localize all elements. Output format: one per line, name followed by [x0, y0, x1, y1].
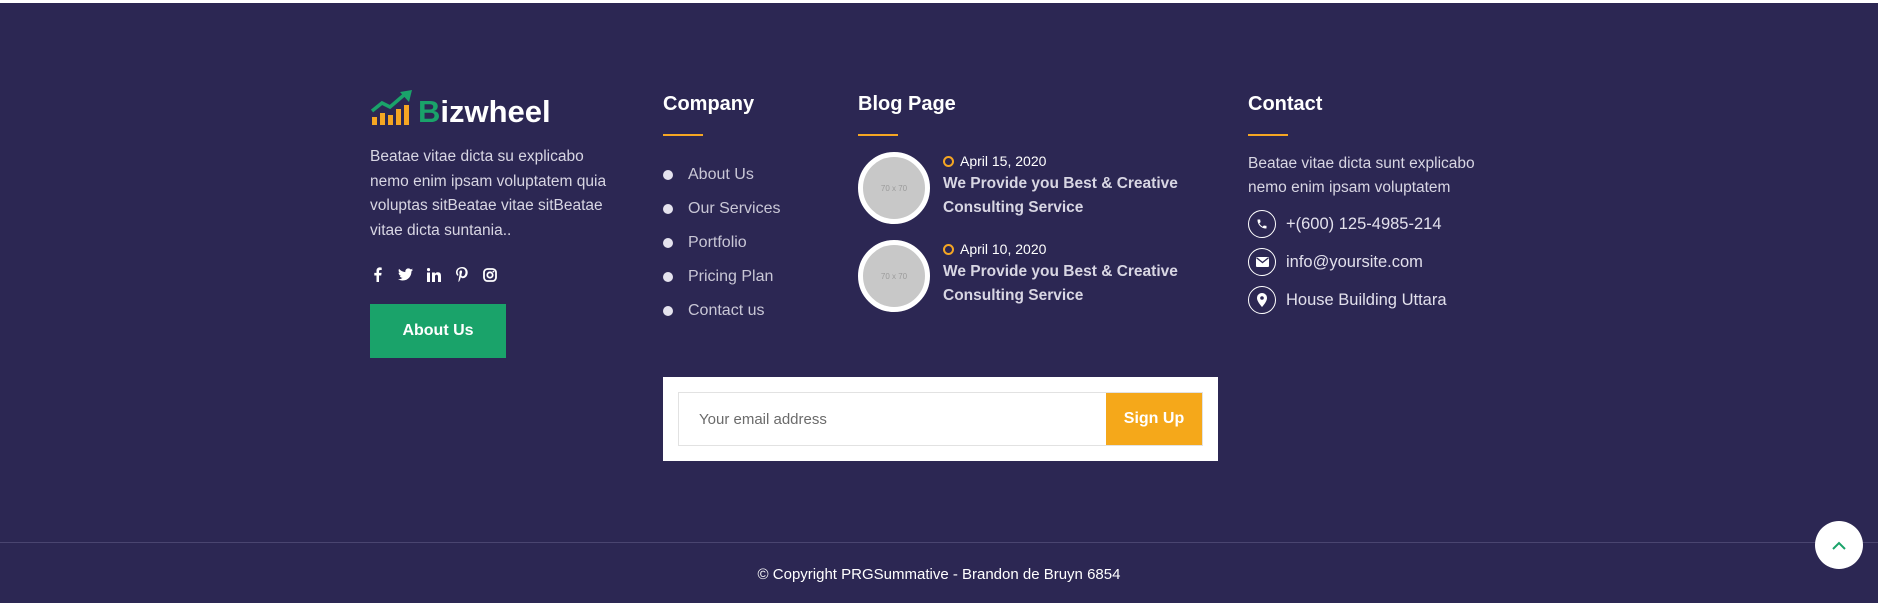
heading-underline: [858, 134, 898, 136]
bullet-icon: [663, 306, 673, 316]
post-title[interactable]: We Provide you Best & Creative Consultin…: [943, 260, 1188, 308]
bullet-icon: [663, 238, 673, 248]
contact-email[interactable]: info@yoursite.com: [1248, 248, 1508, 276]
blog-post[interactable]: 70 x 70 April 10, 2020 We Provide you Be…: [858, 240, 1188, 312]
footer-blog-column: Blog Page 70 x 70 April 15, 2020 We Prov…: [858, 93, 1188, 312]
blog-post[interactable]: 70 x 70 April 15, 2020 We Provide you Be…: [858, 152, 1188, 224]
contact-address[interactable]: House Building Uttara: [1248, 286, 1508, 314]
heading-underline: [663, 134, 703, 136]
logo-wordmark: Bizwheel: [418, 94, 551, 129]
sign-up-button[interactable]: Sign Up: [1106, 393, 1202, 445]
phone-icon: [1248, 210, 1276, 238]
twitter-icon[interactable]: [398, 267, 413, 282]
email-input[interactable]: [679, 393, 1106, 445]
footer-company-column: Company About Us Our Services Portfolio …: [663, 93, 780, 328]
post-title[interactable]: We Provide you Best & Creative Consultin…: [943, 172, 1188, 220]
footer-divider: [0, 542, 1878, 543]
footer-link-about-us[interactable]: About Us: [663, 158, 780, 192]
social-links: [370, 267, 610, 282]
growth-chart-icon: [370, 90, 412, 125]
logo[interactable]: Bizwheel: [370, 87, 610, 127]
instagram-icon[interactable]: [482, 267, 497, 282]
scroll-to-top-button[interactable]: [1815, 521, 1863, 569]
clock-icon: [943, 243, 954, 255]
post-thumbnail[interactable]: 70 x 70: [858, 240, 930, 312]
post-date: April 10, 2020: [943, 240, 1188, 258]
company-links: About Us Our Services Portfolio Pricing …: [663, 158, 780, 328]
footer-link-portfolio[interactable]: Portfolio: [663, 226, 780, 260]
post-date: April 15, 2020: [943, 152, 1188, 170]
footer-link-our-services[interactable]: Our Services: [663, 192, 780, 226]
pinterest-icon[interactable]: [454, 267, 469, 282]
site-footer: Bizwheel Beatae vitae dicta su explicabo…: [0, 3, 1878, 603]
bullet-icon: [663, 204, 673, 214]
post-thumbnail[interactable]: 70 x 70: [858, 152, 930, 224]
footer-link-pricing-plan[interactable]: Pricing Plan: [663, 260, 780, 294]
contact-description: Beatae vitae dicta sunt explicabo nemo e…: [1248, 155, 1475, 196]
facebook-icon[interactable]: [370, 267, 385, 282]
bullet-icon: [663, 272, 673, 282]
footer-about-column: Bizwheel Beatae vitae dicta su explicabo…: [370, 87, 610, 358]
blog-heading: Blog Page: [858, 93, 956, 115]
copyright-text: © Copyright PRGSummative - Brandon de Br…: [757, 566, 1121, 583]
footer-link-contact-us[interactable]: Contact us: [663, 294, 780, 328]
footer-contact-column: Contact Beatae vitae dicta sunt explicab…: [1248, 93, 1508, 314]
contact-heading: Contact: [1248, 93, 1323, 115]
envelope-icon: [1248, 248, 1276, 276]
bullet-icon: [663, 170, 673, 180]
about-us-button[interactable]: About Us: [370, 304, 506, 358]
newsletter-form: Sign Up: [663, 377, 1218, 461]
company-heading: Company: [663, 93, 755, 115]
map-marker-icon: [1248, 286, 1276, 314]
heading-underline: [1248, 134, 1288, 136]
linkedin-icon[interactable]: [426, 267, 441, 282]
chevron-up-icon: [1832, 541, 1846, 550]
contact-phone[interactable]: +(600) 125-4985-214: [1248, 210, 1508, 238]
about-description: Beatae vitae dicta su explicabo nemo eni…: [370, 148, 607, 239]
clock-icon: [943, 155, 954, 167]
